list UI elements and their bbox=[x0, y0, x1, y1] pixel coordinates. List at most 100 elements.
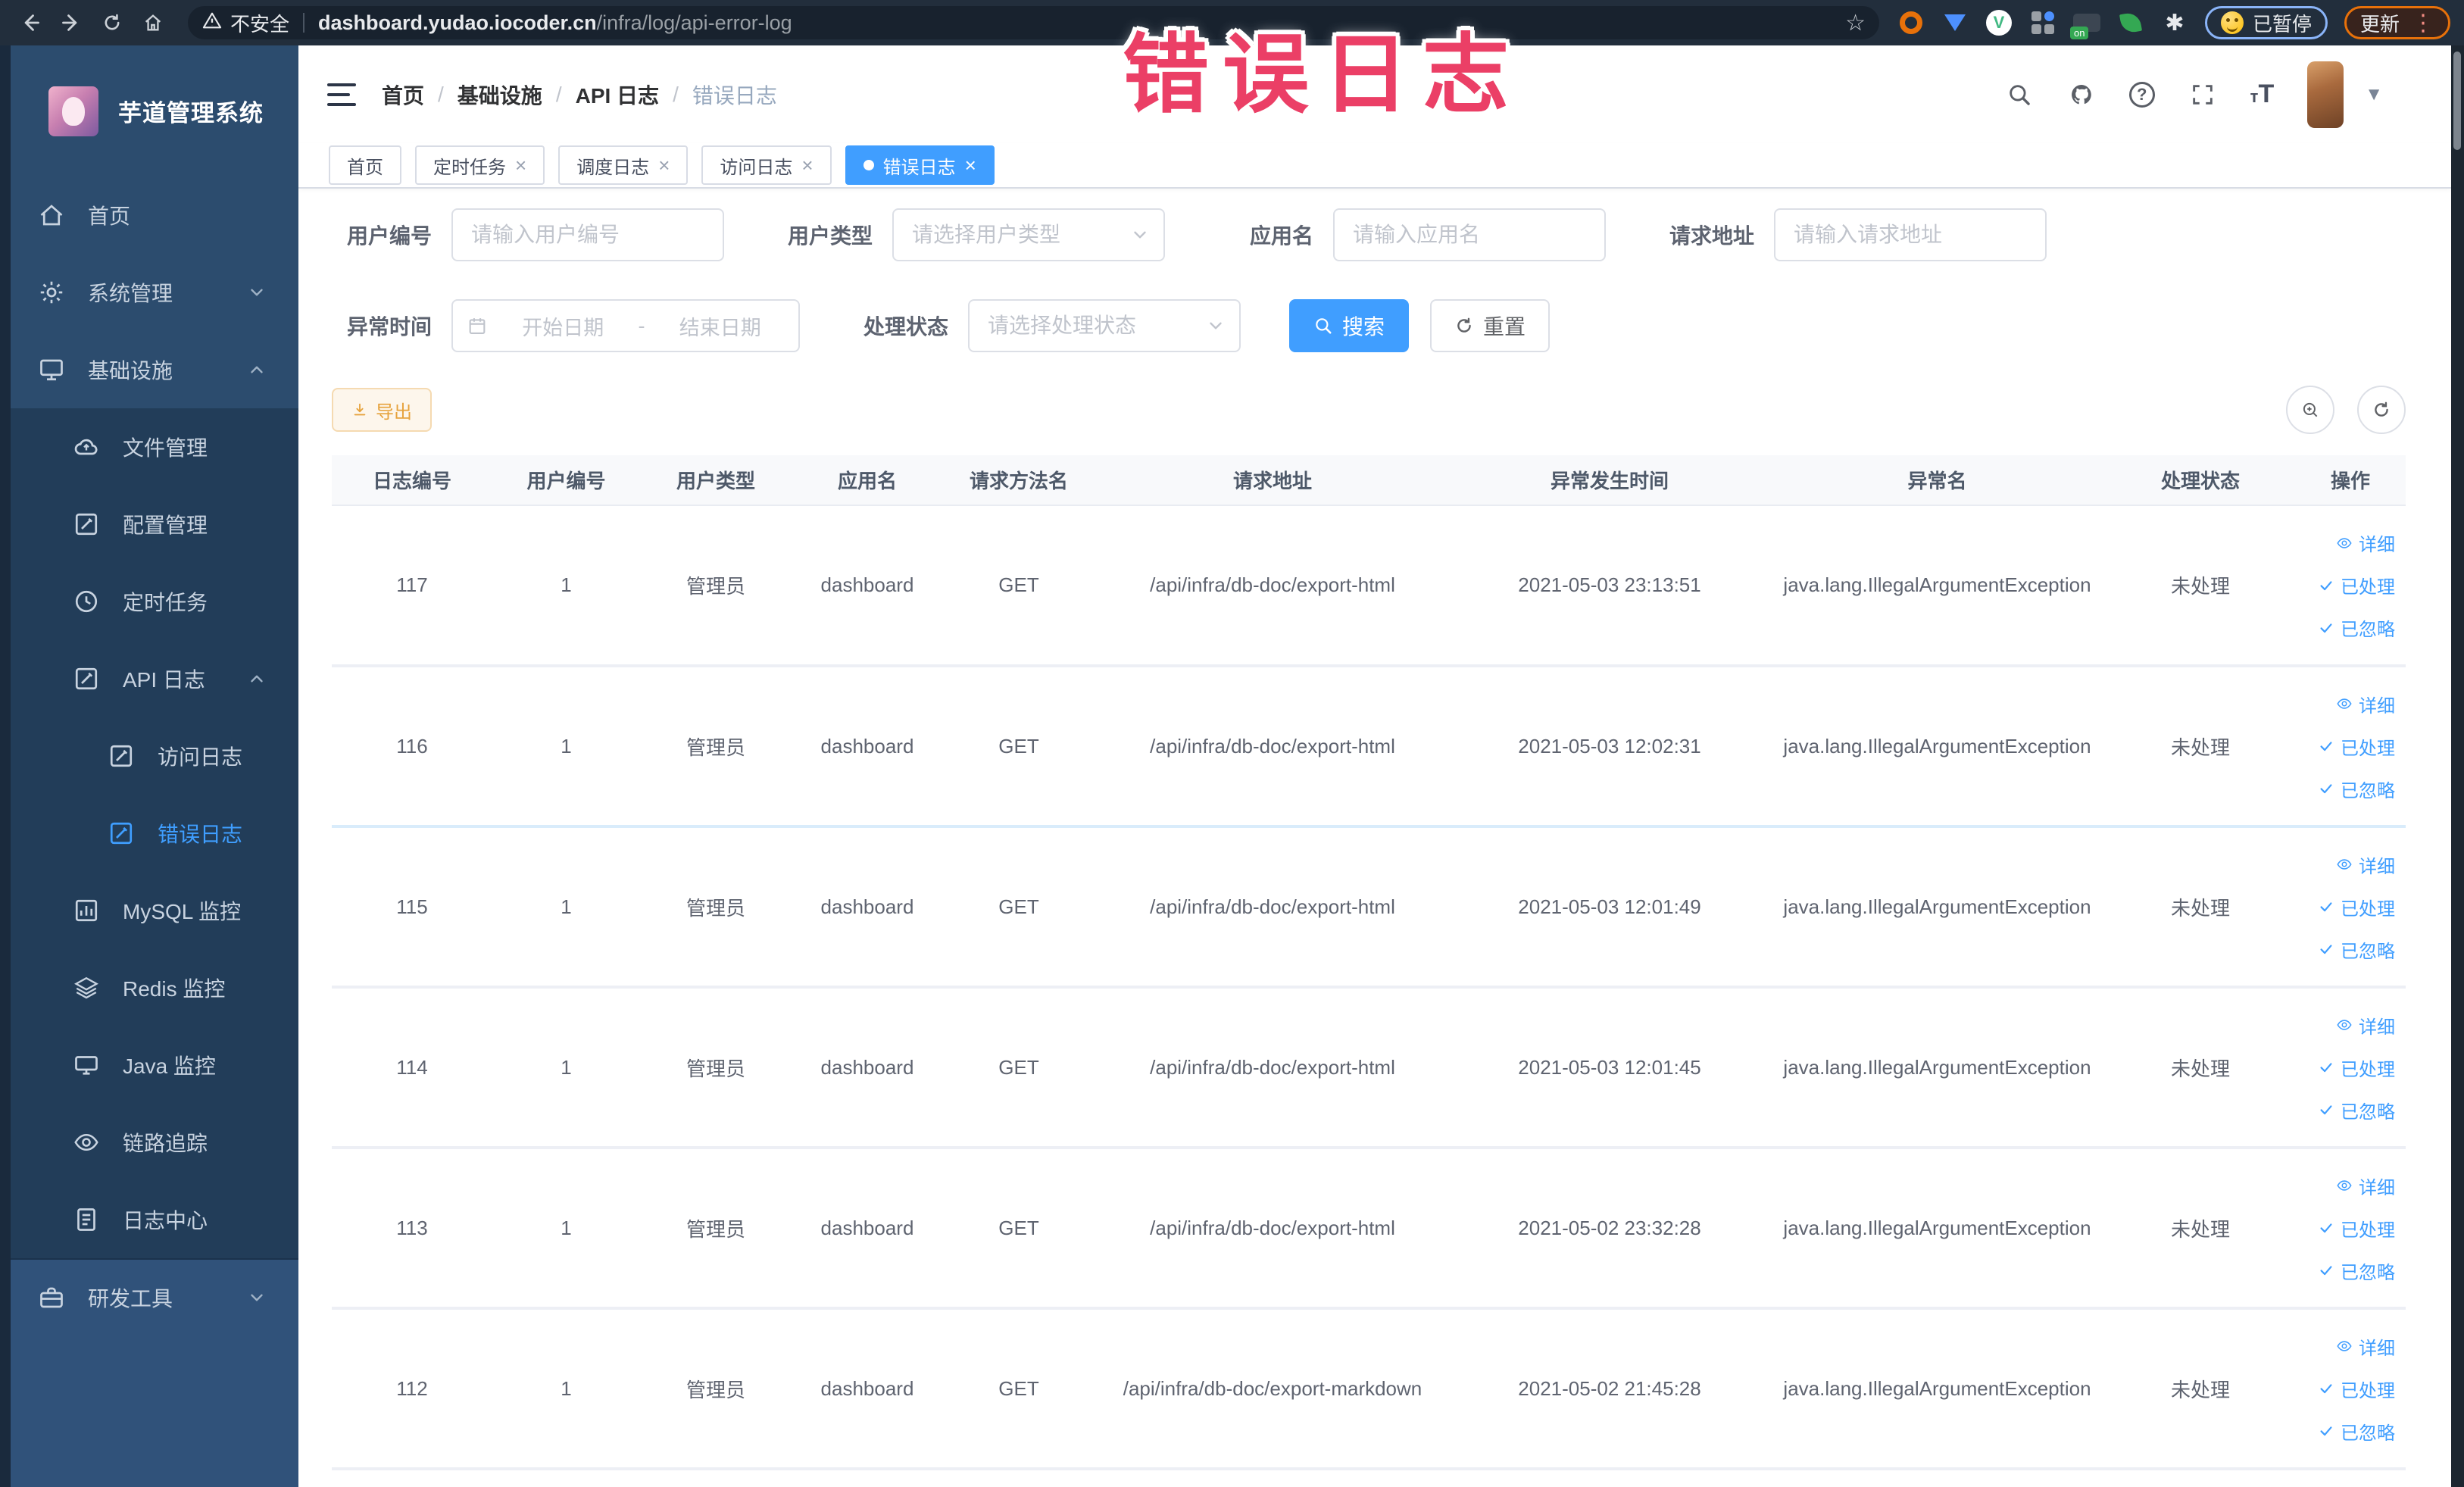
action-已处理[interactable]: 已处理 bbox=[2295, 1207, 2395, 1249]
extension-icon-grid[interactable] bbox=[2029, 9, 2056, 36]
filter-input[interactable] bbox=[451, 208, 724, 261]
sidebar-item-API 日志[interactable]: API 日志 bbox=[0, 640, 298, 717]
sidebar-item-label: 链路追踪 bbox=[123, 1132, 208, 1155]
sidebar-item-定时任务[interactable]: 定时任务 bbox=[0, 563, 298, 640]
tab-close-icon[interactable]: × bbox=[801, 155, 813, 175]
breadcrumb-item[interactable]: API 日志 bbox=[576, 80, 659, 110]
security-chip[interactable]: 不安全 bbox=[201, 9, 289, 37]
browser-back-icon[interactable] bbox=[14, 6, 47, 39]
action-已处理[interactable]: 已处理 bbox=[2295, 725, 2395, 767]
sidebar-item-访问日志[interactable]: 访问日志 bbox=[0, 717, 298, 795]
fullscreen-icon[interactable] bbox=[2188, 80, 2217, 109]
process-status-select[interactable] bbox=[968, 299, 1241, 352]
action-已忽略[interactable]: 已忽略 bbox=[2295, 767, 2395, 810]
sidebar-item-首页[interactable]: 首页 bbox=[0, 177, 298, 254]
action-详细[interactable]: 详细 bbox=[2295, 1164, 2395, 1207]
cell-url: /api/infra/db-doc/export-markdown bbox=[1095, 1308, 1451, 1470]
bookmark-star-icon[interactable]: ☆ bbox=[1845, 10, 1866, 36]
extension-icon-vue[interactable]: V bbox=[1985, 9, 2013, 36]
sidebar-item-研发工具[interactable]: 研发工具 bbox=[0, 1258, 298, 1335]
breadcrumb-item[interactable]: 基础设施 bbox=[458, 80, 542, 110]
extension-icon-ring[interactable] bbox=[1897, 9, 1925, 36]
cell-id: 114 bbox=[332, 987, 492, 1149]
sidebar-item-配置管理[interactable]: 配置管理 bbox=[0, 486, 298, 563]
action-已处理[interactable]: 已处理 bbox=[2295, 1046, 2395, 1089]
tab-错误日志[interactable]: 错误日志 × bbox=[845, 145, 995, 185]
input-应用名[interactable] bbox=[1333, 208, 1606, 261]
scrollbar-thumb[interactable] bbox=[2453, 52, 2461, 150]
sidebar-item-MySQL 监控[interactable]: MySQL 监控 bbox=[0, 872, 298, 949]
action-已处理[interactable]: 已处理 bbox=[2295, 886, 2395, 928]
sidebar-item-基础设施[interactable]: 基础设施 bbox=[0, 331, 298, 408]
action-已忽略[interactable]: 已忽略 bbox=[2295, 607, 2395, 649]
browser-menu-icon[interactable]: ⋮ bbox=[2412, 10, 2434, 36]
sidebar-item-Redis 监控[interactable]: Redis 监控 bbox=[0, 949, 298, 1026]
tab-定时任务[interactable]: 定时任务 × bbox=[415, 145, 545, 185]
refresh-table-button[interactable] bbox=[2357, 386, 2406, 434]
action-已忽略[interactable]: 已忽略 bbox=[2295, 1089, 2395, 1131]
date-range-picker[interactable]: 开始日期 - 结束日期 bbox=[451, 299, 800, 352]
app-logo-row[interactable]: 芋道管理系统 bbox=[0, 45, 298, 177]
font-size-icon[interactable]: тT bbox=[2250, 80, 2275, 109]
sidebar-item-错误日志[interactable]: 错误日志 bbox=[0, 795, 298, 872]
browser-forward-icon[interactable] bbox=[55, 6, 88, 39]
filter-input[interactable] bbox=[1333, 208, 1606, 261]
page-scrollbar[interactable] bbox=[2451, 45, 2464, 1487]
browser-reload-icon[interactable] bbox=[95, 6, 129, 39]
action-详细[interactable]: 详细 bbox=[2295, 843, 2395, 886]
action-已忽略[interactable]: 已忽略 bbox=[2295, 928, 2395, 970]
github-icon[interactable] bbox=[2067, 80, 2096, 109]
action-详细[interactable]: 详细 bbox=[2295, 1004, 2395, 1046]
header-search-icon[interactable] bbox=[2005, 80, 2034, 109]
search-button[interactable]: 搜索 bbox=[1289, 299, 1410, 352]
tab-调度日志[interactable]: 调度日志 × bbox=[558, 145, 689, 185]
check-icon bbox=[2320, 1105, 2332, 1115]
action-已处理[interactable]: 已处理 bbox=[2295, 564, 2395, 607]
action-详细[interactable]: 详细 bbox=[2295, 1325, 2395, 1367]
address-bar[interactable]: 不安全 dashboard.yudao.iocoder.cn/infra/log… bbox=[188, 6, 1879, 39]
tab-首页[interactable]: 首页 bbox=[329, 145, 401, 185]
breadcrumb-item[interactable]: 首页 bbox=[382, 80, 424, 110]
cell-user_id: 1 bbox=[492, 505, 640, 667]
profile-paused-badge[interactable]: 已暂停 bbox=[2204, 6, 2328, 39]
extension-icon-switch[interactable]: on bbox=[2069, 9, 2100, 39]
sidebar-item-文件管理[interactable]: 文件管理 bbox=[0, 408, 298, 486]
export-button[interactable]: 导出 bbox=[332, 388, 432, 432]
sidebar-item-链路追踪[interactable]: 链路追踪 bbox=[0, 1104, 298, 1181]
toggle-search-button[interactable] bbox=[2286, 386, 2334, 434]
action-label: 详细 bbox=[2359, 535, 2395, 555]
action-详细[interactable]: 详细 bbox=[2295, 522, 2395, 564]
filter-input[interactable] bbox=[1774, 208, 2047, 261]
sidebar-item-日志中心[interactable]: 日志中心 bbox=[0, 1181, 298, 1258]
filter-row-2: 异常时间 开始日期 - 结束日期 处理状态 请选择处理状态 搜索 重置 bbox=[332, 299, 2451, 352]
browser-home-icon[interactable] bbox=[136, 6, 170, 39]
input-请求地址[interactable] bbox=[1774, 208, 2047, 261]
cell-time: 2021-05-02 23:32:28 bbox=[1451, 1148, 1769, 1310]
avatar-caret-down-icon[interactable]: ▼ bbox=[2365, 84, 2383, 105]
select-用户类型[interactable] bbox=[892, 208, 1165, 261]
extension-icon-drop[interactable] bbox=[1941, 9, 1969, 36]
user-avatar[interactable] bbox=[2307, 61, 2344, 128]
filter-input[interactable] bbox=[892, 208, 1165, 261]
tab-close-icon[interactable]: × bbox=[515, 155, 526, 175]
sidebar-item-系统管理[interactable]: 系统管理 bbox=[0, 254, 298, 331]
action-已忽略[interactable]: 已忽略 bbox=[2295, 1410, 2395, 1452]
extension-icon-leaf[interactable] bbox=[2117, 9, 2144, 36]
tab-访问日志[interactable]: 访问日志 × bbox=[701, 145, 832, 185]
cell-status: 未处理 bbox=[2106, 1148, 2295, 1310]
extension-icon-puzzle[interactable]: ✱ bbox=[2161, 9, 2188, 36]
process-status-input[interactable] bbox=[968, 299, 1241, 352]
action-label: 已忽略 bbox=[2341, 620, 2395, 640]
browser-update-button[interactable]: 更新 ⋮ bbox=[2344, 6, 2450, 39]
sidebar-collapse-icon[interactable] bbox=[327, 83, 356, 106]
tab-close-icon[interactable]: × bbox=[965, 155, 976, 175]
tab-close-icon[interactable]: × bbox=[658, 155, 670, 175]
action-已忽略[interactable]: 已忽略 bbox=[2295, 1249, 2395, 1292]
action-详细[interactable]: 详细 bbox=[2295, 683, 2395, 725]
sidebar-item-Java 监控[interactable]: Java 监控 bbox=[0, 1026, 298, 1104]
input-用户编号[interactable] bbox=[451, 208, 724, 261]
action-已处理[interactable]: 已处理 bbox=[2295, 1367, 2395, 1410]
help-icon[interactable]: ? bbox=[2128, 81, 2155, 108]
sidebar-item-label: 研发工具 bbox=[88, 1287, 173, 1310]
reset-button[interactable]: 重置 bbox=[1430, 299, 1551, 352]
